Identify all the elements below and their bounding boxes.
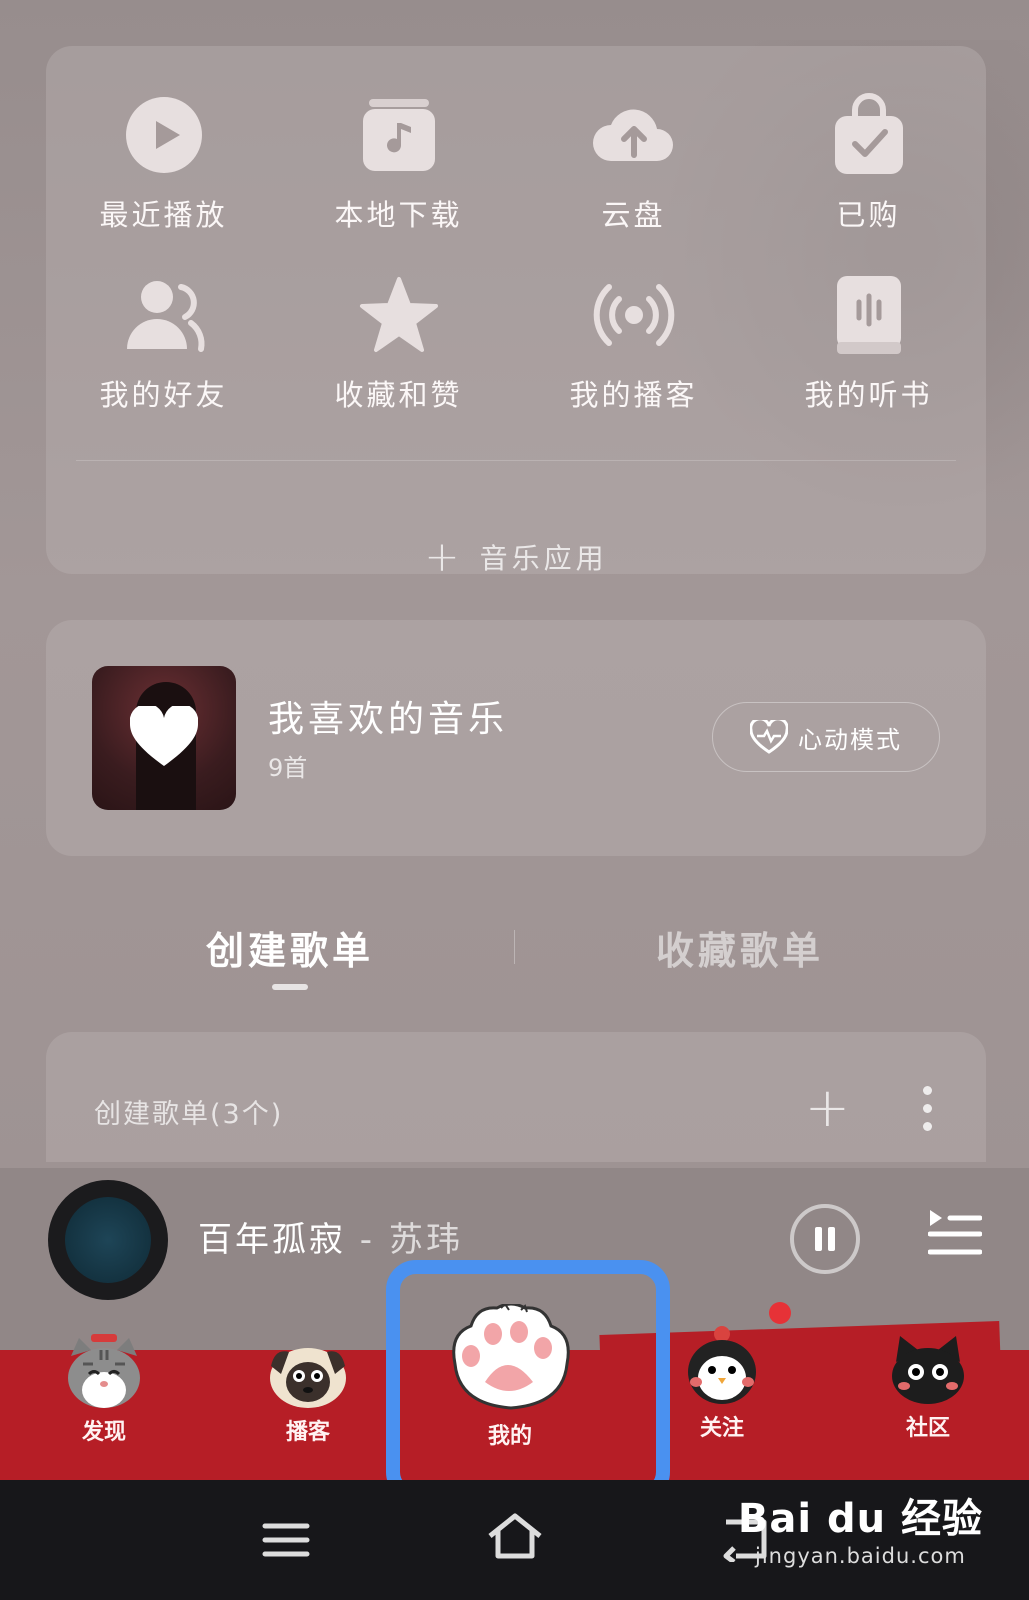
liked-music-count: 9首 (268, 754, 308, 782)
playlist-tabs: 创建歌单 收藏歌单 (0, 920, 1029, 1000)
cat-mascot-icon (68, 1334, 140, 1408)
app-recent-play[interactable]: 最近播放 (46, 90, 281, 234)
app-my-friends[interactable]: 我的好友 (46, 270, 281, 414)
heartbeat-icon (750, 720, 788, 754)
heart-icon (130, 706, 198, 766)
pug-mascot-icon (270, 1348, 346, 1408)
watermark-logo: Bai du 经验 (737, 1496, 983, 1542)
tab-separator (514, 930, 515, 964)
nav-podcast-label: 播客 (285, 1420, 330, 1445)
tab-created-playlists[interactable]: 创建歌单 (206, 920, 374, 975)
active-tab-indicator (272, 984, 308, 990)
friends-icon (119, 270, 209, 360)
liked-music-card[interactable]: 我喜欢的音乐 9首 心动模式 (46, 620, 986, 856)
nav-discover[interactable]: 发现 (44, 1334, 164, 1446)
nav-podcast[interactable]: 播客 (248, 1340, 368, 1446)
app-my-audiobooks[interactable]: 我的听书 (751, 270, 986, 414)
album-disc[interactable] (48, 1180, 168, 1300)
music-note-icon (354, 90, 444, 180)
cloud-upload-icon (589, 90, 679, 180)
app-cloud-drive[interactable]: 云盘 (516, 90, 751, 234)
menu-icon[interactable] (262, 1522, 310, 1562)
song-separator: - (346, 1220, 389, 1260)
black-cat-mascot-icon (892, 1336, 964, 1404)
quick-access-card: 最近播放 本地下载 云盘 已购 我的好友 收藏和赞 我的播客 我的听书 + 音乐… (46, 46, 986, 578)
nav-follow[interactable]: 关注 (662, 1324, 782, 1442)
broadcast-icon (589, 270, 679, 360)
nav-discover-label: 发现 (81, 1420, 126, 1445)
nav-mine[interactable]: 我的 (450, 1304, 570, 1450)
queue-list-icon (927, 1210, 983, 1255)
app-favorites-likes[interactable]: 收藏和赞 (281, 270, 516, 414)
nav-follow-label: 关注 (699, 1416, 744, 1441)
home-icon[interactable] (486, 1512, 544, 1564)
notification-dot (769, 1302, 791, 1324)
song-title: 百年孤寂 (198, 1220, 346, 1260)
liked-music-cover (92, 666, 236, 810)
shopping-bag-icon (824, 90, 914, 180)
plus-icon: + (424, 532, 464, 581)
play-icon (119, 90, 209, 180)
nav-community[interactable]: 社区 (868, 1334, 988, 1442)
created-playlists-header: 创建歌单(3个) (94, 1099, 284, 1130)
paw-icon (452, 1304, 570, 1410)
heart-mode-button[interactable]: 心动模式 (712, 702, 940, 772)
add-playlist-button[interactable]: + (805, 1076, 850, 1139)
baidu-jingyan-watermark: Bai du 经验 jingyan.baidu.com (738, 1486, 983, 1568)
playlist-queue-button[interactable] (927, 1208, 983, 1262)
app-local-download[interactable]: 本地下载 (281, 90, 516, 234)
add-music-app-label: 音乐应用 (479, 542, 608, 575)
star-icon (354, 270, 444, 360)
audiobook-icon (824, 270, 914, 360)
tab-collected-playlists[interactable]: 收藏歌单 (656, 920, 824, 975)
now-playing-text[interactable]: 百年孤寂 - 苏玮 (198, 1212, 463, 1261)
nav-community-label: 社区 (905, 1416, 950, 1441)
liked-music-title: 我喜欢的音乐 (268, 699, 509, 740)
watermark-url: jingyan.baidu.com (755, 1544, 966, 1568)
bottom-navigation: 发现 播客 我的 关注 社区 (0, 1304, 1029, 1480)
more-options-icon[interactable] (920, 1086, 934, 1131)
created-playlists-section: 创建歌单(3个) + (46, 1032, 986, 1162)
song-artist: 苏玮 (388, 1220, 463, 1260)
nav-mine-label: 我的 (487, 1424, 532, 1449)
penguin-mascot-icon (688, 1326, 756, 1404)
card-divider (76, 460, 956, 461)
app-my-podcasts[interactable]: 我的播客 (516, 270, 751, 414)
heart-mode-label: 心动模式 (798, 725, 902, 754)
pause-button[interactable] (790, 1204, 860, 1274)
add-music-app-button[interactable]: + 音乐应用 (46, 536, 986, 578)
app-purchased[interactable]: 已购 (751, 90, 986, 234)
